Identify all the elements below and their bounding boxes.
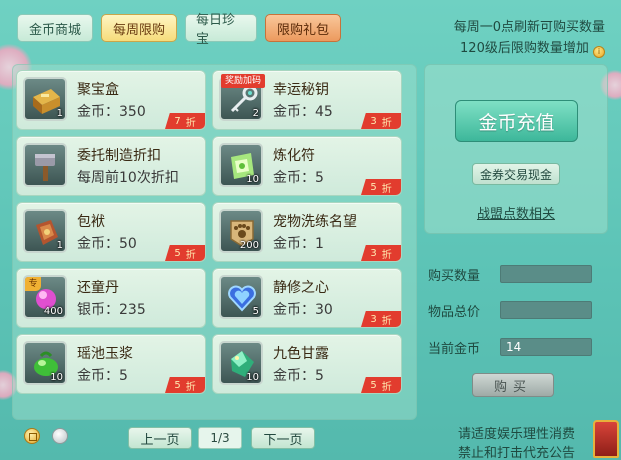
discount-badge: 3折: [361, 245, 401, 261]
item-name: 九色甘露: [273, 346, 329, 362]
item-slot: 10: [23, 341, 67, 385]
discount-badge: 5折: [361, 377, 401, 393]
discount-badge: 5折: [165, 245, 205, 261]
bonus-ribbon: 奖励加码: [221, 74, 266, 88]
gold-coin-icon[interactable]: [24, 428, 40, 444]
item-count: 200: [239, 240, 259, 251]
recharge-panel: 金币充值 金券交易现金 战盟点数相关: [424, 64, 608, 234]
item-slot: [23, 143, 67, 187]
tab-gold-mall[interactable]: 金币商城: [17, 14, 93, 42]
current-gold-field: 14: [500, 338, 592, 356]
recharge-button[interactable]: 金币充值: [455, 100, 578, 142]
item-price: 金币：5: [77, 368, 128, 384]
list-item[interactable]: 10 九色甘露 金币：5 5折: [212, 334, 402, 394]
item-name: 包袱: [77, 214, 105, 230]
list-item[interactable]: 1 包袱 金币：50 5折: [16, 202, 206, 262]
exchange-button[interactable]: 金券交易现金: [472, 163, 560, 185]
list-item[interactable]: 专 400 还童丹 银币：235: [16, 268, 206, 328]
quantity-label: 购买数量: [428, 269, 481, 284]
item-count: 1: [56, 240, 63, 251]
item-name: 静修之心: [273, 280, 329, 296]
list-item[interactable]: 5 静修之心 金币：30 3折: [212, 268, 402, 328]
tab-daily-treasure[interactable]: 每日珍宝: [185, 13, 257, 47]
anti-recharge-notice-link[interactable]: 禁止和打击代充公告: [458, 442, 575, 460]
item-name: 炼化符: [273, 148, 315, 164]
discount-badge: 7折: [165, 113, 205, 129]
item-price: 金币：45: [273, 104, 333, 120]
item-count: 10: [246, 174, 259, 185]
consumption-notice: 请适度娱乐理性消费: [457, 427, 575, 442]
notice-line-2: 120级后限购数量增加: [460, 41, 589, 56]
item-slot: 专 400: [23, 275, 67, 319]
item-slot: 1: [23, 77, 67, 121]
item-count: 10: [246, 372, 259, 383]
gift-chest-icon[interactable]: [593, 420, 619, 458]
item-name: 幸运秘钥: [273, 82, 329, 98]
item-name: 宠物洗练名望: [273, 214, 357, 230]
item-price: 金币：1: [273, 236, 324, 252]
item-name: 委托制造折扣: [77, 148, 161, 164]
item-price: 银币：235: [77, 302, 146, 318]
refresh-notice: 每周一0点刷新可购买数量 120级后限购数量增加 i: [405, 17, 605, 59]
list-item[interactable]: 1 聚宝盒 金币：350 7折: [16, 70, 206, 130]
item-price: 金币：50: [77, 236, 137, 252]
item-price: 金币：350: [77, 104, 146, 120]
discount-badge: 3折: [361, 311, 401, 327]
item-count: 10: [50, 372, 63, 383]
item-count: 2: [252, 108, 259, 119]
list-item[interactable]: 委托制造折扣 每周前10次折扣: [16, 136, 206, 196]
item-slot: 5: [219, 275, 263, 319]
total-price-label: 物品总价: [428, 305, 481, 320]
item-name: 瑶池玉浆: [77, 346, 133, 362]
prev-page-button[interactable]: 上一页: [128, 427, 192, 449]
discount-badge: 5折: [361, 179, 401, 195]
list-item[interactable]: 10 瑶池玉浆 金币：5 5折: [16, 334, 206, 394]
item-slot: 1: [23, 209, 67, 253]
page-indicator: 1/3: [198, 427, 242, 449]
item-count: 5: [252, 306, 259, 317]
item-count: 1: [56, 108, 63, 119]
pearl-icon[interactable]: [52, 428, 68, 444]
tab-limited-package[interactable]: 限购礼包: [265, 14, 341, 42]
item-slot: 10: [219, 341, 263, 385]
item-price: 金币：5: [273, 170, 324, 186]
exclusive-tag: 专: [25, 277, 41, 291]
notice-line-1: 每周一0点刷新可购买数量: [453, 20, 605, 35]
discount-badge: 5折: [165, 377, 205, 393]
alliance-points-link[interactable]: 战盟点数相关: [425, 203, 607, 222]
current-gold-label: 当前金币: [428, 342, 481, 357]
item-slot: 200: [219, 209, 263, 253]
buy-button[interactable]: 购买: [472, 373, 554, 397]
hammer-icon: [35, 154, 55, 181]
item-price: 金币：30: [273, 302, 333, 318]
discount-badge: 3折: [361, 113, 401, 129]
total-price-field: [500, 301, 592, 319]
item-price: 每周前10次折扣: [77, 170, 179, 186]
next-page-button[interactable]: 下一页: [251, 427, 315, 449]
list-item[interactable]: 10 炼化符 金币：5 5折: [212, 136, 402, 196]
shop-tabs: 金币商城 每周限购 每日珍宝 限购礼包: [17, 13, 341, 47]
list-item[interactable]: 200 宠物洗练名望 金币：1 3折: [212, 202, 402, 262]
list-item[interactable]: 2 奖励加码 幸运秘钥 金币：45 3折: [212, 70, 402, 130]
item-count: 400: [43, 306, 63, 317]
quantity-input[interactable]: [500, 265, 592, 283]
tab-weekly-limited[interactable]: 每周限购: [101, 14, 177, 42]
item-price: 金币：5: [273, 368, 324, 384]
item-name: 聚宝盒: [77, 82, 119, 98]
info-coin-icon[interactable]: i: [593, 46, 605, 58]
item-slot: 10: [219, 143, 263, 187]
item-name: 还童丹: [77, 280, 119, 296]
